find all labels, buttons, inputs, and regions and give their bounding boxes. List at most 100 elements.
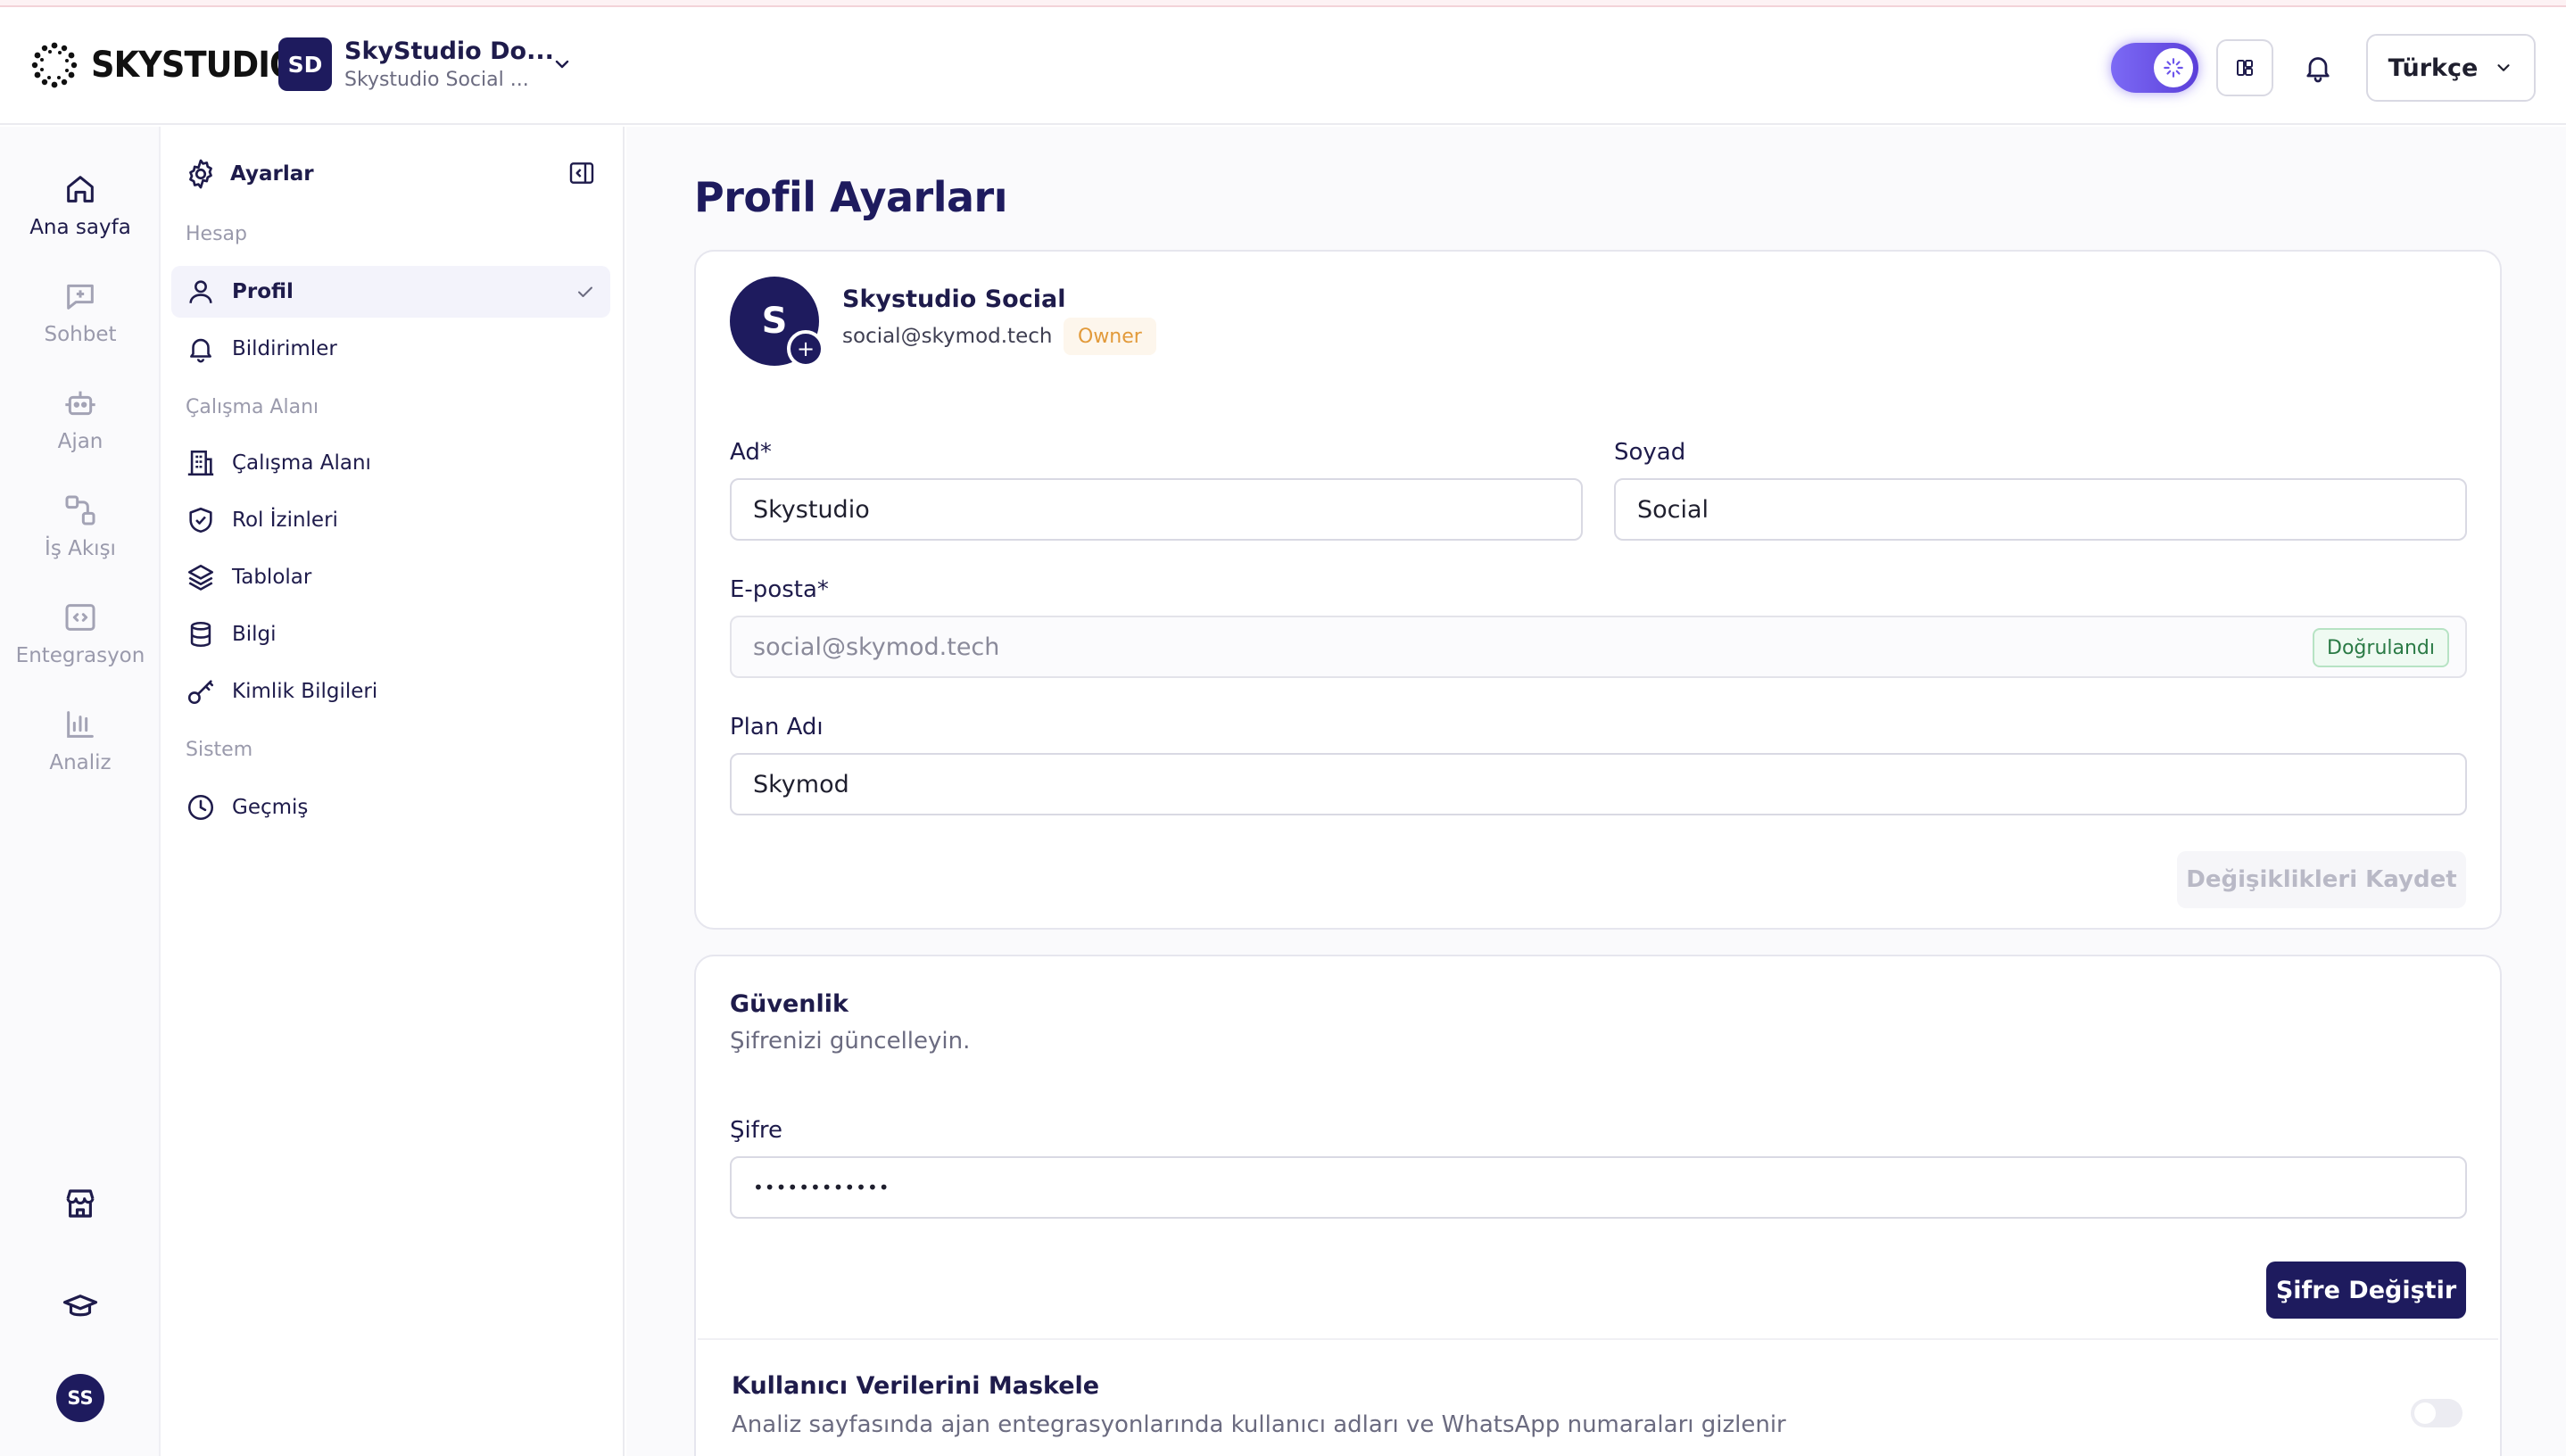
clock-icon [186, 792, 216, 823]
upload-avatar-button[interactable]: + [787, 330, 824, 368]
email-value: social@skymod.tech [753, 633, 1000, 661]
mask-user-data-toggle[interactable] [2411, 1399, 2463, 1427]
sparkle-icon [2154, 48, 2193, 87]
key-icon [186, 676, 216, 707]
logo[interactable]: SKYSTUDIO [30, 41, 314, 89]
rail-item-home[interactable]: Ana sayfa [0, 171, 161, 239]
password-field[interactable]: •••••••••••• [730, 1156, 2467, 1219]
section-label-workspace: Çalışma Alanı [186, 396, 319, 418]
profile-name: Skystudio Social [842, 285, 1066, 313]
sidebar-item-label: Geçmiş [232, 796, 309, 819]
sidebar-item-credentials[interactable]: Kimlik Bilgileri [171, 666, 610, 717]
sidebar-item-workspace[interactable]: Çalışma Alanı [171, 437, 610, 489]
plus-icon: + [796, 336, 815, 361]
marketplace-button[interactable] [0, 1185, 161, 1222]
building-icon [186, 448, 216, 478]
home-icon [62, 171, 98, 207]
sidebar-item-notifications[interactable]: Bildirimler [171, 323, 610, 375]
rail-item-analytics[interactable]: Analiz [0, 707, 161, 774]
sidebar-item-label: Çalışma Alanı [232, 451, 371, 475]
avatar: SS [56, 1374, 104, 1422]
rail-item-workflow[interactable]: İş Akışı [0, 492, 161, 560]
save-changes-button[interactable]: Değişiklikleri Kaydet [2177, 851, 2466, 908]
notifications-button[interactable] [2293, 39, 2343, 96]
verified-badge: Doğrulandı [2313, 628, 2449, 667]
rail-item-agent[interactable]: Ajan [0, 385, 161, 453]
language-label: Türkçe [2388, 54, 2479, 82]
password-value: •••••••••••• [753, 1177, 890, 1198]
rail-item-label: Entegrasyon [15, 644, 145, 667]
plan-field[interactable]: Skymod [730, 753, 2467, 815]
logo-mark-icon [30, 41, 79, 89]
sidebar-item-tables[interactable]: Tablolar [171, 551, 610, 603]
layout-toggle-button[interactable] [2216, 39, 2273, 96]
shield-check-icon [186, 505, 216, 535]
store-icon [62, 1185, 99, 1222]
left-rail: Ana sayfa Sohbet Ajan İş Akışı Entegrasy… [0, 127, 161, 1456]
mask-description: Analiz sayfasında ajan entegrasyonlarınd… [732, 1411, 1786, 1438]
user-menu[interactable]: SS [0, 1374, 161, 1422]
workspace-title: SkyStudio Do... [344, 37, 554, 65]
workflow-icon [62, 492, 98, 528]
rail-item-integration[interactable]: Entegrasyon [0, 600, 161, 667]
first-name-field[interactable]: Skystudio [730, 478, 1583, 541]
database-icon [186, 619, 216, 649]
sidebar-item-role-permissions[interactable]: Rol İzinleri [171, 494, 610, 546]
change-password-button[interactable]: Şifre Değiştir [2266, 1262, 2466, 1319]
email-field: social@skymod.tech Doğrulandı [730, 616, 2467, 678]
last-name-field[interactable]: Social [1614, 478, 2467, 541]
bell-icon [186, 334, 216, 364]
sidebar-item-label: Bilgi [232, 623, 277, 646]
sidebar-item-label: Kimlik Bilgileri [232, 680, 378, 703]
gear-icon [184, 157, 218, 191]
rail-item-chat[interactable]: Sohbet [0, 278, 161, 346]
language-select[interactable]: Türkçe [2366, 34, 2536, 102]
graduation-cap-icon [62, 1288, 99, 1326]
mask-title: Kullanıcı Verilerini Maskele [732, 1372, 1100, 1400]
sidebar-item-profile[interactable]: Profil [171, 266, 610, 318]
first-name-label: Ad* [730, 439, 772, 466]
layout-icon [2234, 57, 2256, 79]
rail-item-label: Ajan [57, 430, 103, 453]
top-header: SKYSTUDIO SD SkyStudio Do... Skystudio S… [0, 7, 2566, 125]
workspace-subtitle: Skystudio Social ... [344, 69, 529, 91]
sidebar-item-label: Rol İzinleri [232, 509, 338, 532]
last-name-label: Soyad [1614, 439, 1686, 466]
plan-value: Skymod [753, 770, 849, 798]
sidebar-item-history[interactable]: Geçmiş [171, 782, 610, 833]
security-description: Şifrenizi güncelleyin. [730, 1028, 971, 1055]
section-label-account: Hesap [186, 223, 247, 245]
role-badge: Owner [1064, 318, 1156, 355]
user-icon [186, 277, 216, 307]
page-title: Profil Ayarları [694, 173, 1008, 221]
rail-item-label: İş Akışı [45, 537, 116, 560]
password-label: Şifre [730, 1117, 782, 1144]
profile-email: social@skymod.tech [842, 325, 1053, 348]
profile-card: S + Skystudio Social social@skymod.tech … [694, 250, 2502, 930]
rail-item-label: Sohbet [44, 323, 117, 346]
logo-text: SKYSTUDIO [91, 45, 297, 86]
settings-title: Ayarlar [230, 162, 314, 186]
sidebar-item-label: Profil [232, 280, 294, 303]
first-name-value: Skystudio [753, 495, 870, 524]
section-label-system: Sistem [186, 739, 253, 761]
plan-label: Plan Adı [730, 714, 824, 740]
mask-user-data-row: Kullanıcı Verilerini Maskele Analiz sayf… [698, 1338, 2498, 1456]
collapse-sidebar-button[interactable] [567, 159, 596, 187]
top-accent-line [0, 0, 2566, 7]
ai-mode-toggle[interactable] [2111, 43, 2198, 93]
workspace-badge: SD [278, 37, 332, 91]
settings-header: Ayarlar [184, 157, 314, 191]
workspace-switcher[interactable]: SD SkyStudio Do... Skystudio Social ... [278, 37, 573, 91]
settings-sidebar: Ayarlar Hesap Profil Bildirimler Çalışma… [161, 127, 625, 1456]
sidebar-item-knowledge[interactable]: Bilgi [171, 608, 610, 660]
bell-icon [2302, 51, 2334, 85]
sidebar-item-label: Bildirimler [232, 337, 337, 360]
code-icon [62, 600, 98, 635]
rail-item-label: Analiz [49, 751, 112, 774]
chat-add-icon [62, 278, 98, 314]
academy-button[interactable] [0, 1288, 161, 1326]
bot-icon [62, 385, 98, 421]
email-label: E-posta* [730, 576, 829, 603]
chevron-down-icon [551, 54, 573, 75]
